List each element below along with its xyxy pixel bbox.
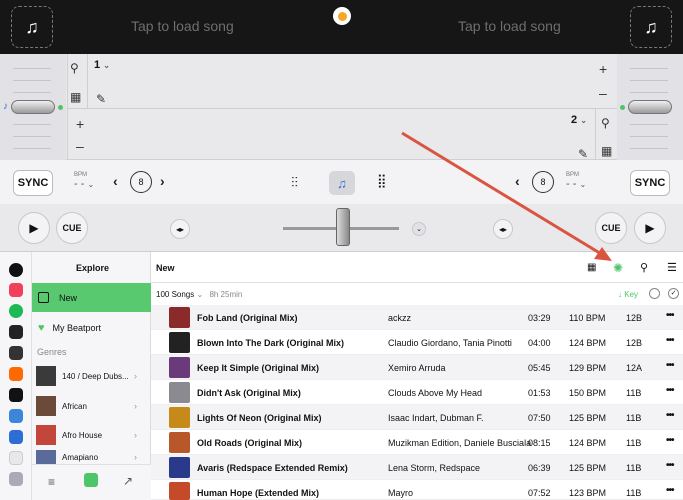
annotation-arrow	[401, 131, 612, 261]
